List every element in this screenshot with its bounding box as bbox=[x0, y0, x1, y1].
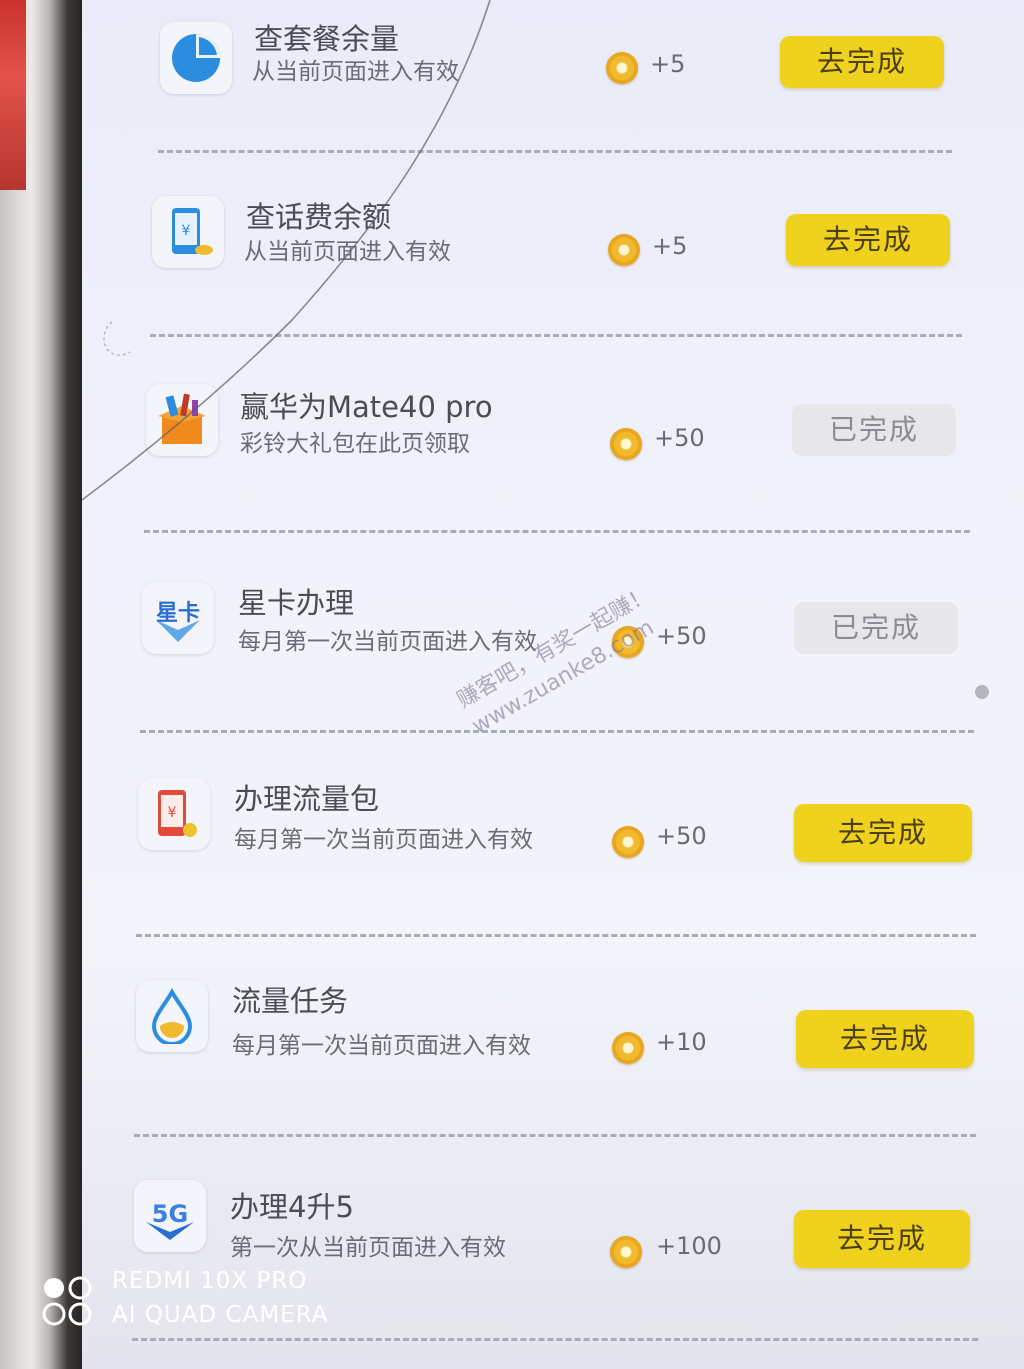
gift-box-icon bbox=[146, 384, 218, 456]
completed-button[interactable]: 已完成 bbox=[794, 602, 958, 654]
star-card-icon: 星卡 bbox=[142, 582, 214, 654]
task-row-check-balance: ¥ 查话费余额 从当前页面进入有效 +5 去完成 bbox=[82, 182, 1024, 372]
go-complete-button[interactable]: 去完成 bbox=[780, 36, 944, 88]
coin-icon bbox=[610, 428, 642, 460]
task-title: 星卡办理 bbox=[238, 586, 355, 620]
background-red-object bbox=[0, 0, 26, 190]
phone-screen: 查套餐余量 从当前页面进入有效 +5 去完成 ¥ 查话费余额 从当前页面进入有效… bbox=[82, 0, 1024, 1369]
go-complete-button[interactable]: 去完成 bbox=[794, 804, 972, 862]
dashed-divider bbox=[150, 334, 962, 337]
task-description: 从当前页面进入有效 bbox=[244, 239, 451, 265]
task-points: +100 bbox=[656, 1232, 722, 1260]
coin-icon bbox=[606, 52, 638, 84]
task-points: +5 bbox=[652, 232, 688, 260]
task-description: 每月第一次当前页面进入有效 bbox=[238, 629, 537, 655]
completed-button[interactable]: 已完成 bbox=[792, 404, 956, 456]
task-description: 彩铃大礼包在此页领取 bbox=[240, 431, 470, 457]
dashed-divider bbox=[140, 730, 974, 733]
5g-upgrade-icon: 5G bbox=[134, 1180, 206, 1252]
task-points: +10 bbox=[656, 1028, 707, 1056]
task-description: 每月第一次当前页面进入有效 bbox=[234, 827, 533, 853]
dashed-divider bbox=[158, 150, 952, 153]
task-title: 流量任务 bbox=[232, 984, 349, 1018]
task-description: 每月第一次当前页面进入有效 bbox=[232, 1033, 531, 1059]
task-description: 第一次从当前页面进入有效 bbox=[230, 1235, 506, 1261]
pie-chart-icon bbox=[160, 22, 232, 94]
camera-label: AI QUAD CAMERA bbox=[112, 1302, 329, 1328]
go-complete-button[interactable]: 去完成 bbox=[796, 1010, 974, 1068]
phone-bezel bbox=[0, 0, 90, 1369]
task-title: 赢华为Mate40 pro bbox=[240, 390, 493, 424]
task-description: 从当前页面进入有效 bbox=[252, 59, 459, 85]
svg-text:¥: ¥ bbox=[168, 805, 177, 821]
phone-balance-icon: ¥ bbox=[152, 196, 224, 268]
task-title: 办理流量包 bbox=[234, 782, 380, 816]
star-card-icon-text: 星卡 bbox=[156, 601, 200, 626]
quad-camera-icon bbox=[42, 1276, 92, 1326]
task-points: +50 bbox=[656, 822, 707, 850]
task-row-check-plan: 查套餐余量 从当前页面进入有效 +5 去完成 bbox=[82, 0, 1024, 190]
dashed-divider bbox=[134, 1134, 976, 1137]
coin-icon bbox=[612, 1032, 644, 1064]
dashed-divider bbox=[132, 1338, 978, 1341]
data-pack-icon: ¥ bbox=[138, 778, 210, 850]
task-points: +50 bbox=[654, 424, 705, 452]
coin-icon bbox=[612, 826, 644, 858]
task-title: 办理4升5 bbox=[230, 1190, 354, 1224]
camera-model: REDMI 10X PRO bbox=[112, 1268, 308, 1294]
task-row-data-pack: ¥ 办理流量包 每月第一次当前页面进入有效 +50 去完成 bbox=[82, 764, 1024, 954]
task-title: 查话费余额 bbox=[246, 200, 392, 234]
dashed-divider bbox=[136, 934, 976, 937]
dashed-divider bbox=[144, 530, 970, 533]
go-complete-button[interactable]: 去完成 bbox=[794, 1210, 970, 1268]
svg-text:¥: ¥ bbox=[182, 223, 191, 239]
task-points: +5 bbox=[650, 50, 686, 78]
5g-icon-text: 5G bbox=[152, 1200, 188, 1228]
task-row-data-task: 流量任务 每月第一次当前页面进入有效 +10 去完成 bbox=[82, 968, 1024, 1158]
coin-icon bbox=[610, 1236, 642, 1268]
task-row-4g-to-5g: 5G 办理4升5 第一次从当前页面进入有效 +100 去完成 bbox=[82, 1168, 1024, 1358]
go-complete-button[interactable]: 去完成 bbox=[786, 214, 950, 266]
coin-icon bbox=[608, 234, 640, 266]
water-drop-icon bbox=[136, 980, 208, 1052]
